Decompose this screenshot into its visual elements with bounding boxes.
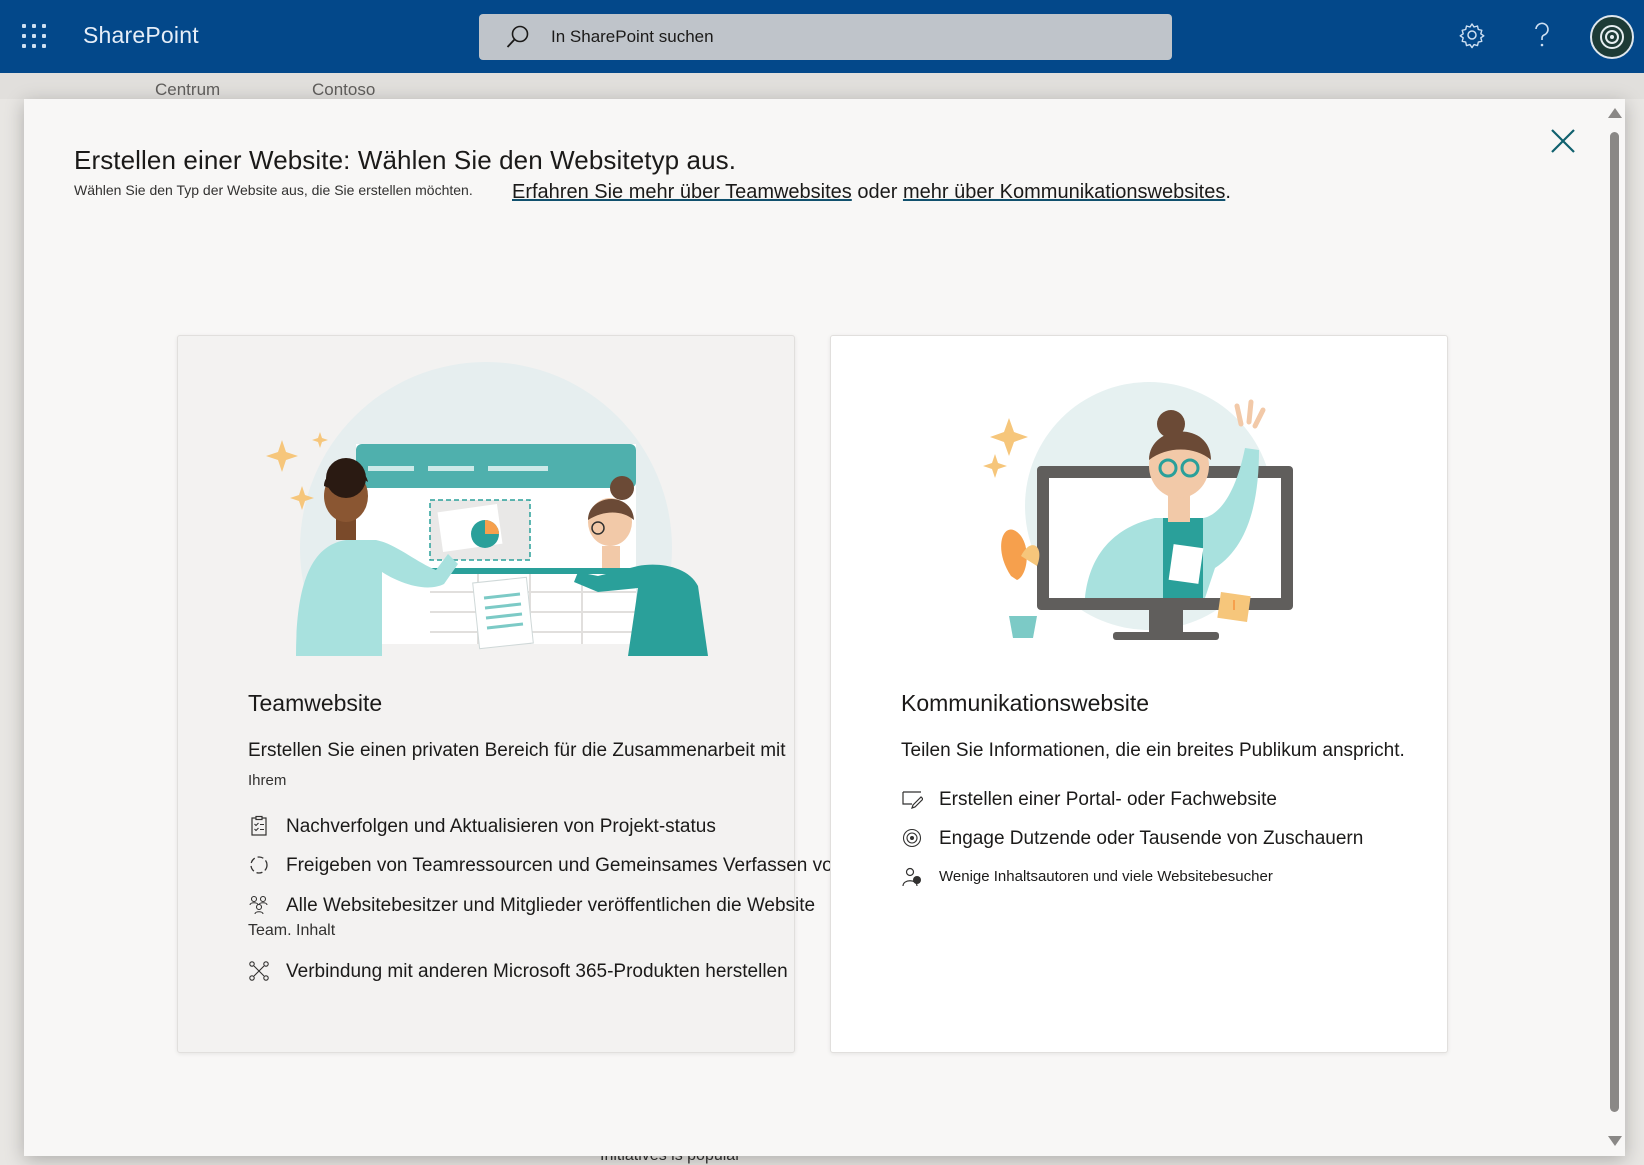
edit-page-icon (902, 791, 923, 809)
team-feature-text: Verbindung mit anderen Microsoft 365-Pro… (286, 961, 788, 982)
search-icon (506, 25, 529, 48)
team-site-description-cont: Ihrem (248, 772, 287, 789)
suite-header: SharePoint In SharePoint suchen (0, 0, 1644, 73)
comm-feature-text: Erstellen einer Portal- oder Fachwebsite (939, 789, 1277, 810)
communication-site-illustration (983, 382, 1293, 640)
team-site-illustration (266, 362, 708, 656)
team-site-title: Teamwebsite (248, 690, 383, 716)
learn-more: Erfahren Sie mehr über Teamwebsites oder… (512, 181, 1231, 204)
app-name[interactable]: SharePoint (83, 22, 199, 49)
background-page (0, 73, 1644, 99)
authors-icon (902, 867, 921, 887)
checklist-icon (251, 815, 267, 836)
dialog-title: Erstellen einer Website: Wählen Sie den … (74, 145, 737, 175)
gear-icon[interactable] (1457, 20, 1487, 50)
communication-site-card[interactable]: Kommunikationswebsite Teilen Sie Informa… (830, 335, 1448, 1053)
people-icon (249, 895, 268, 915)
comm-site-description: Teilen Sie Informationen, die ein breite… (901, 740, 1405, 761)
app-launcher-icon[interactable] (22, 24, 48, 50)
comm-feature-text: Engage Dutzende oder Tausende von Zuscha… (939, 828, 1364, 849)
create-site-dialog: Erstellen einer Website: Wählen Sie den … (24, 99, 1625, 1156)
dialog-scrollbar[interactable] (1604, 99, 1625, 1156)
help-icon[interactable] (1530, 20, 1554, 50)
sync-icon (250, 856, 268, 874)
team-feature-text: Freigeben von Teamressourcen und Gemeins… (286, 855, 917, 876)
comm-feature-text: Wenige Inhaltsautoren und viele Websiteb… (939, 868, 1273, 885)
team-site-description: Erstellen Sie einen privaten Bereich für… (248, 740, 786, 761)
scroll-thumb[interactable] (1610, 132, 1619, 1112)
search-input[interactable]: In SharePoint suchen (551, 27, 714, 47)
background-crumb: Contoso (312, 80, 376, 99)
search-box[interactable]: In SharePoint suchen (479, 14, 1172, 60)
dialog-subtitle: Wählen Sie den Typ der Website aus, die … (74, 182, 473, 198)
connect-icon (249, 961, 269, 981)
team-feature-text: Alle Websitebesitzer und Mitglieder verö… (286, 895, 816, 916)
scroll-up-arrow[interactable] (1608, 108, 1622, 118)
learn-separator: oder (851, 181, 903, 203)
team-feature-continuation: Team. Inhalt (248, 922, 336, 939)
team-feature-text: Nachverfolgen und Aktualisieren von Proj… (286, 816, 716, 837)
team-site-card[interactable]: Teamwebsite Erstellen Sie einen privaten… (177, 335, 916, 1053)
avatar[interactable] (1590, 15, 1634, 59)
scroll-down-arrow[interactable] (1608, 1136, 1622, 1146)
close-icon[interactable] (1547, 125, 1579, 157)
background-crumb: Centrum (155, 80, 221, 99)
broadcast-icon (902, 828, 922, 848)
learn-end: . (1225, 181, 1231, 203)
learn-team-link[interactable]: Erfahren Sie mehr über Teamwebsites (512, 181, 852, 203)
comm-site-title: Kommunikationswebsite (901, 690, 1150, 716)
avatar-image (1600, 25, 1624, 49)
learn-comm-link[interactable]: mehr über Kommunikationswebsites (903, 181, 1225, 203)
